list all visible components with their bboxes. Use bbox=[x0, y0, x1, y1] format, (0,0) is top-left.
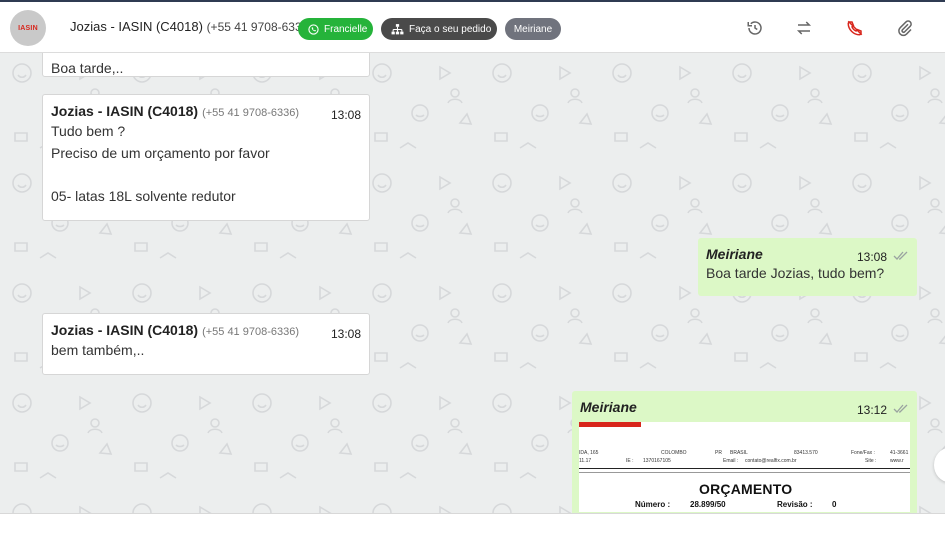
doc-numero-value: 28.899/50 bbox=[690, 500, 726, 509]
avatar-logo: IASIN bbox=[18, 24, 38, 32]
doc-email-label: Email : bbox=[723, 458, 739, 464]
chat-header: IASIN Jozias - IASIN (C4018) (+55 41 970… bbox=[0, 0, 945, 53]
chip-label: Meiriane bbox=[513, 23, 553, 35]
doc-city: COLOMBO bbox=[661, 450, 687, 456]
doc-revisao-label: Revisão : bbox=[777, 500, 813, 509]
agent-chip-francielle[interactable]: Francielle bbox=[298, 18, 373, 40]
sender-phone: (+55 41 9708-6336) bbox=[202, 107, 299, 119]
doc-divider bbox=[579, 472, 910, 473]
chat-area[interactable]: Boa tarde,.. Jozias - IASIN (C4018) (+55 … bbox=[0, 53, 945, 513]
sender-name: Jozias - IASIN (C4018) bbox=[51, 322, 199, 338]
doc-zip: 83413.570 bbox=[794, 450, 818, 456]
attach-icon bbox=[898, 20, 912, 37]
end-call-icon bbox=[847, 20, 863, 36]
chip-label: Francielle bbox=[324, 23, 368, 35]
message-text: Tudo bem ? Preciso de um orçamento por f… bbox=[51, 123, 270, 204]
doc-divider bbox=[579, 468, 910, 469]
message-bubble-outgoing[interactable]: Meiriane 13:08 Boa tarde Jozias, tudo be… bbox=[698, 238, 917, 296]
message-time: 13:08 bbox=[330, 108, 361, 122]
doc-address: IDA, 165 bbox=[579, 450, 599, 456]
message-bubble-incoming[interactable]: Boa tarde,.. bbox=[42, 53, 370, 77]
message-sender: Jozias - IASIN (C4018) (+55 41 9708-6336) bbox=[51, 322, 361, 338]
doc-fone: 41-3661 bbox=[890, 450, 909, 456]
contact-name: Jozias - IASIN (C4018) bbox=[70, 19, 203, 34]
message-text: bem também,.. bbox=[51, 342, 145, 358]
transfer-button[interactable] bbox=[794, 18, 814, 38]
doc-site: www.r bbox=[890, 458, 904, 464]
doc-fone-label: Fone/Fax : bbox=[851, 450, 875, 456]
contact-avatar[interactable]: IASIN bbox=[10, 10, 46, 46]
message-text: Boa tarde Jozias, tudo bem? bbox=[706, 265, 885, 281]
chip-label: Faça o seu pedido bbox=[409, 23, 492, 35]
message-time: 13:12 bbox=[856, 403, 887, 417]
sender-name: Jozias - IASIN (C4018) bbox=[51, 103, 199, 119]
document-preview[interactable]: IDA, 165 COLOMBO PR BRASIL 83413.570 Fon… bbox=[579, 422, 910, 512]
history-icon bbox=[747, 21, 762, 35]
message-time: 13:08 bbox=[856, 250, 887, 264]
message-text: Boa tarde,.. bbox=[51, 60, 124, 76]
end-call-button[interactable] bbox=[845, 18, 865, 38]
message-bubble-outgoing-document[interactable]: Meiriane 13:12 IDA, 165 COLOMBO PR BRASI… bbox=[572, 391, 917, 513]
doc-title: ORÇAMENTO bbox=[699, 481, 793, 497]
read-receipt-icon bbox=[893, 251, 908, 260]
flow-chip-order[interactable]: Faça o seu pedido bbox=[381, 18, 497, 40]
attach-button[interactable] bbox=[895, 18, 915, 38]
doc-numero-label: Número : bbox=[635, 500, 671, 509]
doc-brand-bar bbox=[579, 422, 641, 427]
agent-chip-meiriane[interactable]: Meiriane bbox=[505, 18, 561, 40]
message-bubble-incoming[interactable]: Jozias - IASIN (C4018) (+55 41 9708-6336)… bbox=[42, 313, 370, 375]
history-button[interactable] bbox=[745, 18, 765, 38]
read-receipt-icon bbox=[893, 404, 908, 413]
doc-ie-label: IE : bbox=[626, 458, 634, 464]
doc-cnpj: 11.17 bbox=[579, 458, 592, 464]
doc-country: BRASIL bbox=[730, 450, 748, 456]
whatsapp-icon bbox=[308, 23, 319, 35]
message-bubble-incoming[interactable]: Jozias - IASIN (C4018) (+55 41 9708-6336)… bbox=[42, 94, 370, 221]
transfer-icon bbox=[796, 21, 812, 35]
flow-icon bbox=[391, 23, 404, 34]
doc-state: PR bbox=[715, 450, 722, 456]
message-composer[interactable] bbox=[0, 513, 945, 536]
doc-site-label: Site : bbox=[865, 458, 877, 464]
contact-phone: (+55 41 9708-6336) bbox=[206, 20, 313, 34]
doc-revisao-value: 0 bbox=[832, 500, 837, 509]
sender-phone: (+55 41 9708-6336) bbox=[202, 326, 299, 338]
contact-title[interactable]: Jozias - IASIN (C4018) (+55 41 9708-6336… bbox=[70, 19, 312, 34]
doc-ie: 1370167105 bbox=[643, 458, 671, 464]
message-time: 13:08 bbox=[330, 327, 361, 341]
message-sender: Jozias - IASIN (C4018) (+55 41 9708-6336) bbox=[51, 103, 361, 119]
doc-email: contato@realfix.com.br bbox=[745, 458, 797, 464]
